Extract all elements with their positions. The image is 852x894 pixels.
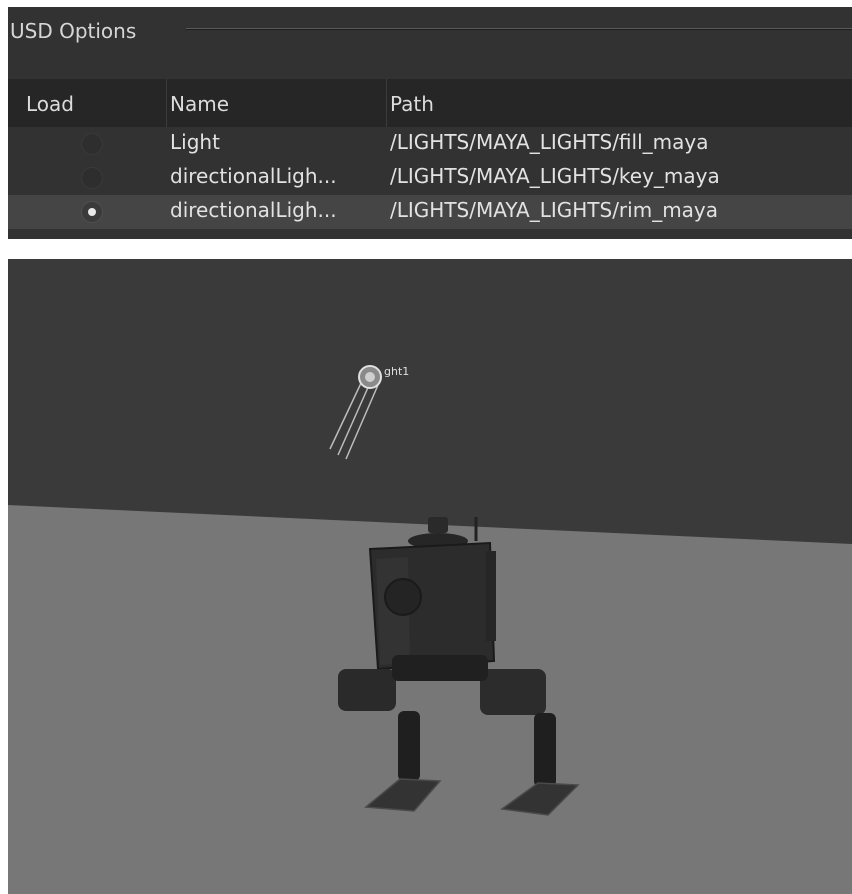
- 3d-viewport[interactable]: ght1: [8, 259, 852, 894]
- row-path: /LIGHTS/MAYA_LIGHTS/fill_maya: [390, 130, 709, 154]
- table-header: Load Name Path: [8, 79, 852, 127]
- group-divider: [186, 28, 852, 29]
- column-header-path[interactable]: Path: [390, 92, 434, 116]
- table-row-selected[interactable]: directionalLigh... /LIGHTS/MAYA_LIGHTS/r…: [8, 195, 852, 229]
- light-label: ght1: [384, 365, 409, 378]
- table-row[interactable]: Light /LIGHTS/MAYA_LIGHTS/fill_maya: [8, 127, 852, 161]
- row-name: directionalLigh...: [170, 164, 337, 188]
- usd-options-header: USD Options: [8, 7, 852, 53]
- column-header-load[interactable]: Load: [26, 92, 74, 116]
- usd-options-panel: USD Options Load Name Path Light /LIGHTS…: [8, 7, 852, 239]
- load-radio[interactable]: [81, 133, 103, 155]
- usd-options-title: USD Options: [10, 19, 137, 43]
- load-radio[interactable]: [81, 167, 103, 189]
- row-path: /LIGHTS/MAYA_LIGHTS/rim_maya: [390, 198, 719, 222]
- column-divider[interactable]: [166, 79, 167, 127]
- row-path: /LIGHTS/MAYA_LIGHTS/key_maya: [390, 164, 720, 188]
- column-header-name[interactable]: Name: [170, 92, 229, 116]
- load-radio-selected[interactable]: [81, 201, 103, 223]
- usd-lights-table: Load Name Path Light /LIGHTS/MAYA_LIGHTS…: [8, 79, 852, 229]
- row-name: Light: [170, 130, 220, 154]
- viewport-scene[interactable]: ght1: [8, 259, 852, 894]
- row-name: directionalLigh...: [170, 198, 337, 222]
- table-row[interactable]: directionalLigh... /LIGHTS/MAYA_LIGHTS/k…: [8, 161, 852, 195]
- column-divider[interactable]: [386, 79, 387, 127]
